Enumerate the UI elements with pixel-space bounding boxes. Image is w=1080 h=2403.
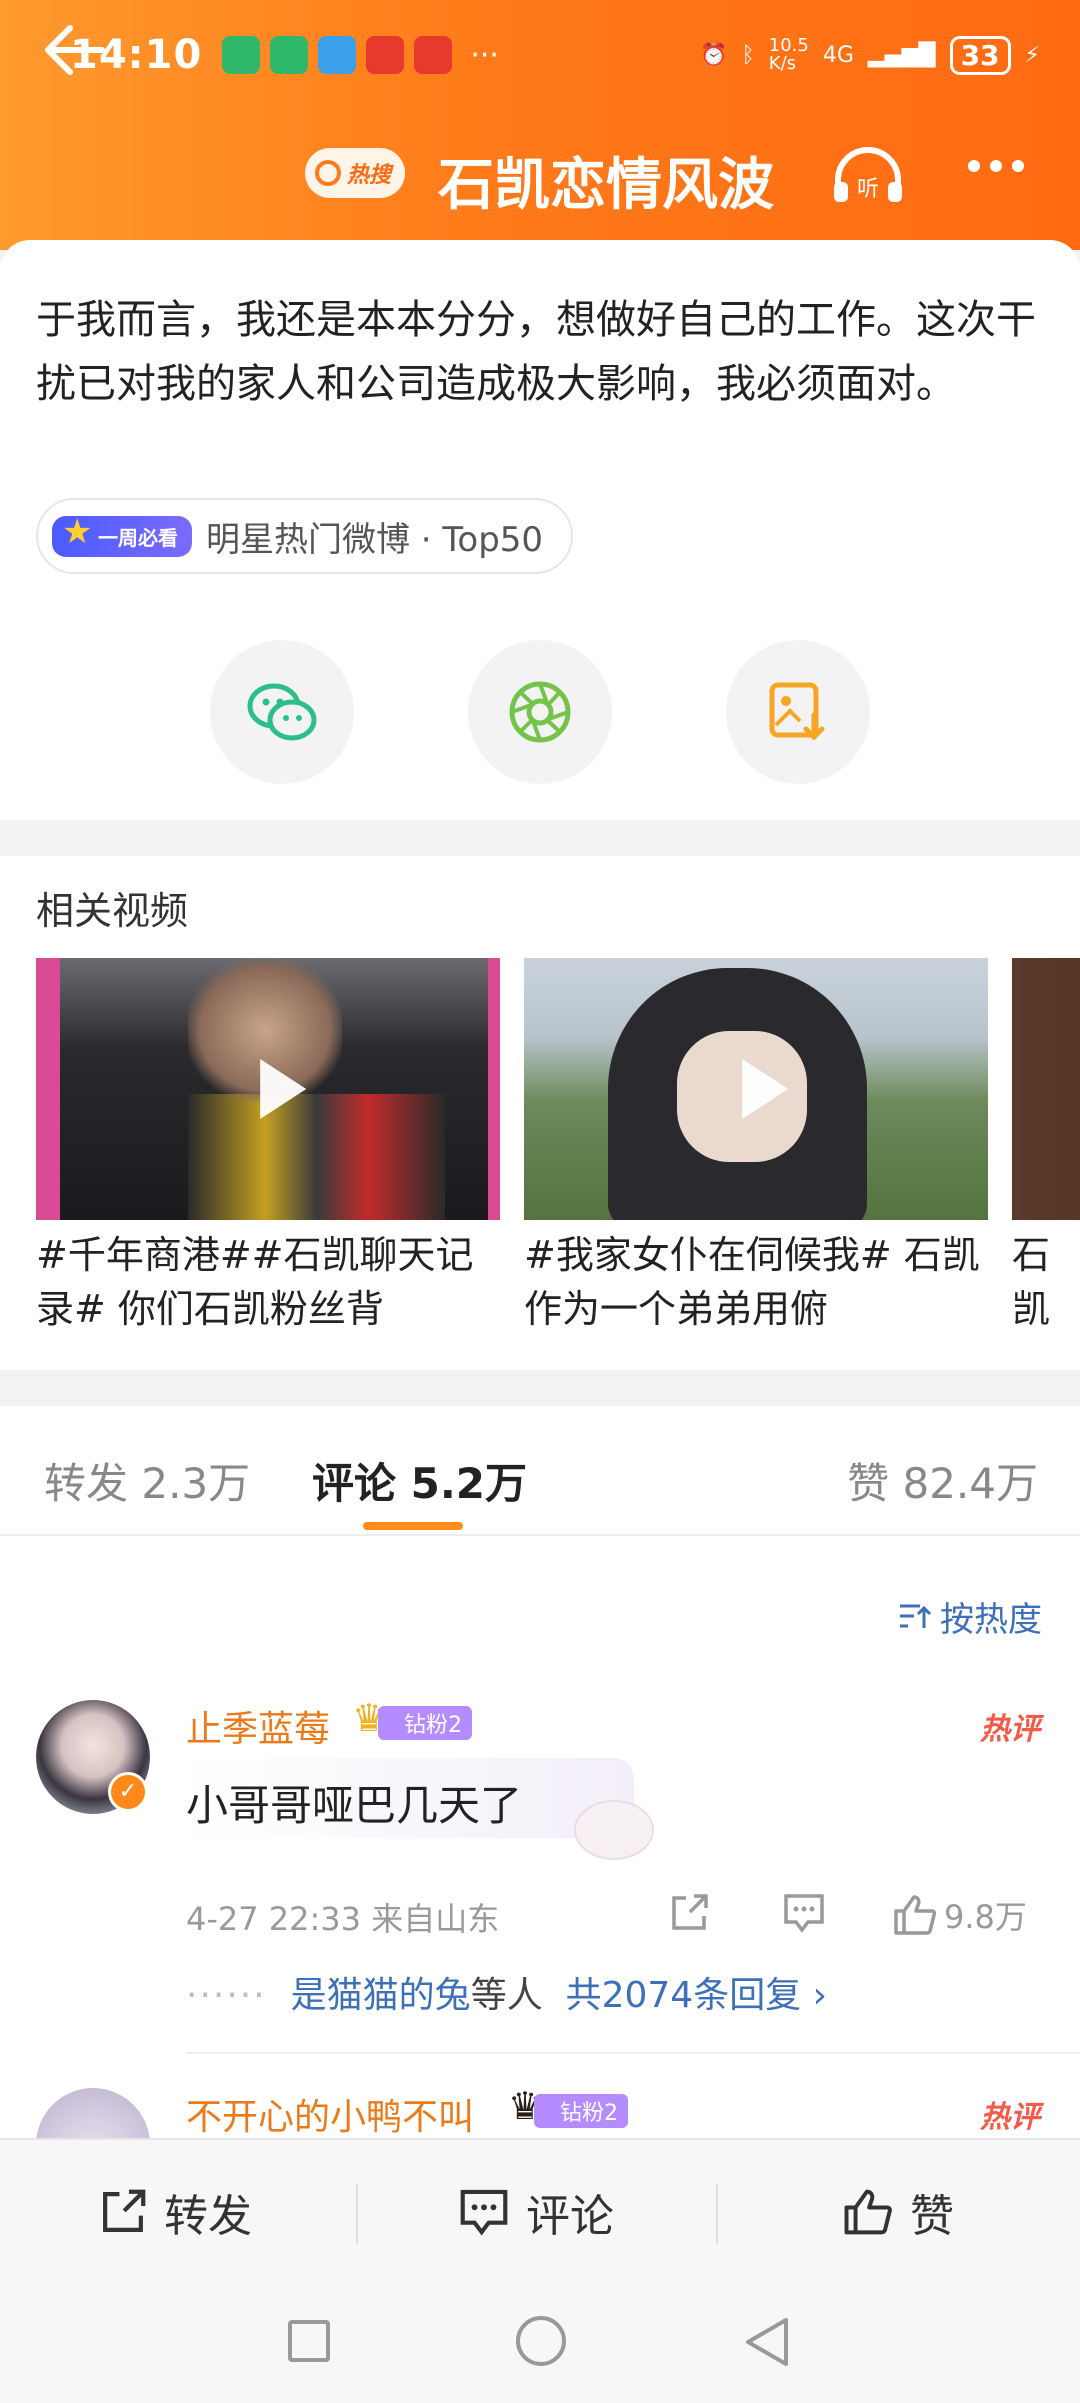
replies-link[interactable]: ······ 是猫猫的兔等人 共2074条回复 › <box>186 1966 827 2018</box>
listen-label: 听 <box>857 177 879 202</box>
active-tab-indicator <box>363 1522 463 1530</box>
hot-search-badge[interactable]: 热搜 <box>305 148 406 198</box>
charging-icon: ⚡ <box>1024 42 1040 68</box>
thumbs-up-icon <box>844 2189 892 2235</box>
comment-username[interactable]: 不开心的小鸭不叫 <box>186 2088 474 2138</box>
video-thumbnail[interactable] <box>1012 958 1080 1220</box>
repost-comment-button[interactable] <box>668 1892 710 1934</box>
related-videos-title: 相关视频 <box>36 889 189 933</box>
alarm-icon: ⏰ <box>700 42 728 68</box>
comment-username[interactable]: 止季蓝莓 <box>186 1700 330 1752</box>
app-icon <box>222 36 261 74</box>
video-thumbnail[interactable] <box>36 958 500 1220</box>
video-thumbnail[interactable] <box>524 958 988 1220</box>
bottom-action-bar: 转发 评论 赞 <box>0 2138 1080 2284</box>
repost-label: 转发 <box>164 2191 252 2242</box>
save-image-icon <box>769 682 825 741</box>
jacket-graphic <box>188 1094 446 1220</box>
repost-button[interactable]: 转发 <box>98 2180 252 2244</box>
battery-level: 33 <box>949 35 1011 75</box>
separator <box>356 2184 358 2244</box>
bluetooth-icon: ᛒ <box>741 42 755 68</box>
video-card[interactable]: #千年商港##石凯聊天记录# 你们石凯粉丝背 <box>36 958 500 1336</box>
bunny-sticker-icon <box>574 1800 654 1860</box>
sort-toggle[interactable]: 按热度 <box>898 1592 1042 1641</box>
search-icon <box>315 160 341 186</box>
reply-comment-button[interactable] <box>782 1892 826 1934</box>
hot-comment-label: 热评 <box>980 2100 1040 2135</box>
sort-icon <box>900 1604 932 1628</box>
post-content: 于我而言，我还是本本分分，想做好自己的工作。这次干扰已对我的家人和公司造成极大影… <box>36 297 1036 407</box>
notification-icons <box>222 36 453 74</box>
video-card[interactable]: #我家女仆在伺候我# 石凯作为一个弟弟用俯 <box>524 958 988 1336</box>
comments-section: 按热度 ✓ 止季蓝莓 ♛ 钻粉2 热评 小哥哥哑巴几天了 4-27 22:33 … <box>0 1536 1080 2138</box>
comment-label: 评论 <box>526 2191 614 2242</box>
share-icon <box>103 2189 146 2232</box>
comment-meta: 4-27 22:33 来自山东 <box>186 1900 500 1938</box>
reply-dots: ······ <box>186 1975 267 2016</box>
recent-apps-icon[interactable] <box>288 2320 330 2362</box>
weekly-must-see-badge: 一周必看 <box>52 512 192 557</box>
hot-badge-label: 热搜 <box>347 163 392 188</box>
more-options-icon[interactable] <box>968 160 1024 172</box>
app-icon <box>318 36 357 74</box>
app-icon <box>270 36 309 74</box>
comment-button[interactable]: 评论 <box>458 2180 614 2244</box>
video-caption: #千年商港##石凯聊天记录# 你们石凯粉丝背 <box>36 1233 474 1331</box>
comment-icon <box>460 2189 508 2236</box>
post-card: 于我而言，我还是本本分分，想做好自己的工作。这次干扰已对我的家人和公司造成极大影… <box>0 240 1080 820</box>
tab-comment[interactable]: 评论 5.2万 <box>312 1450 527 1511</box>
like-label: 赞 <box>910 2191 954 2242</box>
headphones-icon[interactable]: 听 <box>830 146 906 206</box>
home-icon[interactable] <box>516 2316 566 2366</box>
tab-repost[interactable]: 转发 2.3万 <box>44 1450 250 1511</box>
avatar[interactable] <box>36 2088 150 2138</box>
like-button[interactable]: 赞 <box>842 2180 954 2244</box>
sort-label: 按热度 <box>940 1600 1042 1640</box>
video-caption: 石凯班， <box>1012 1233 1051 1331</box>
top50-label: 明星热门微博 · Top50 <box>206 519 544 560</box>
reply-names: 是猫猫的兔 <box>290 1975 471 2016</box>
comment-divider <box>186 2052 1080 2054</box>
tab-like[interactable]: 赞 82.4万 <box>847 1450 1038 1511</box>
fan-level-badge: 钻粉2 <box>534 2094 628 2128</box>
network-type: 4G <box>822 42 854 68</box>
separator <box>716 2184 718 2244</box>
moments-icon <box>509 681 571 743</box>
signal-icon: ▂▄▆█ <box>867 42 936 68</box>
top50-tag[interactable]: 一周必看 明星热门微博 · Top50 <box>36 498 574 574</box>
reply-count: 共2074条回复 › <box>565 1975 828 2016</box>
top-header: 14:10 ··· ⏰ ᛒ 10.5 K/s 4G ▂▄▆█ 33 ⚡ 热搜 石… <box>0 0 1080 250</box>
like-comment-button[interactable]: 9.8万 <box>892 1892 1027 1938</box>
status-bar: 14:10 ··· ⏰ ᛒ 10.5 K/s 4G ▂▄▆█ 33 ⚡ <box>70 30 1040 80</box>
network-speed: 10.5 K/s <box>768 35 809 74</box>
comment-like-count: 9.8万 <box>944 1898 1027 1936</box>
play-icon <box>260 1059 307 1119</box>
wechat-icon <box>247 683 317 741</box>
weibo-icon <box>366 36 405 74</box>
status-right: ⏰ ᛒ 10.5 K/s 4G ▂▄▆█ 33 ⚡ <box>700 35 1040 75</box>
reply-mid-text: 等人 <box>470 1975 543 2016</box>
verified-icon: ✓ <box>108 1772 148 1812</box>
back-arrow-icon[interactable] <box>40 20 110 80</box>
weibo-icon <box>414 36 453 74</box>
moments-share-button[interactable] <box>468 640 612 784</box>
system-navigation-bar <box>0 2284 1080 2403</box>
hot-comment-label: 热评 <box>980 1712 1040 1747</box>
thumbs-up-icon <box>894 1895 937 1935</box>
more-notifications-icon: ··· <box>470 37 499 73</box>
save-image-button[interactable] <box>726 640 870 784</box>
video-card[interactable]: 石凯班， <box>1012 958 1080 1336</box>
related-videos-section: 相关视频 #千年商港##石凯聊天记录# 你们石凯粉丝背 #我家女仆在伺候我# 石… <box>0 856 1080 1370</box>
interaction-tabs: 转发 2.3万 评论 5.2万 赞 82.4万 <box>0 1406 1080 1536</box>
video-caption: #我家女仆在伺候我# 石凯作为一个弟弟用俯 <box>524 1233 980 1331</box>
comment-icon <box>784 1894 824 1933</box>
comment-text: 小哥哥哑巴几天了 <box>186 1781 523 1830</box>
wechat-share-button[interactable] <box>210 640 354 784</box>
page-title: 石凯恋情风波 <box>438 153 774 218</box>
share-icon <box>672 1894 708 1930</box>
fan-level-badge: 钻粉2 <box>378 1706 472 1740</box>
play-icon <box>742 1059 789 1119</box>
back-triangle-icon[interactable] <box>742 2316 790 2368</box>
